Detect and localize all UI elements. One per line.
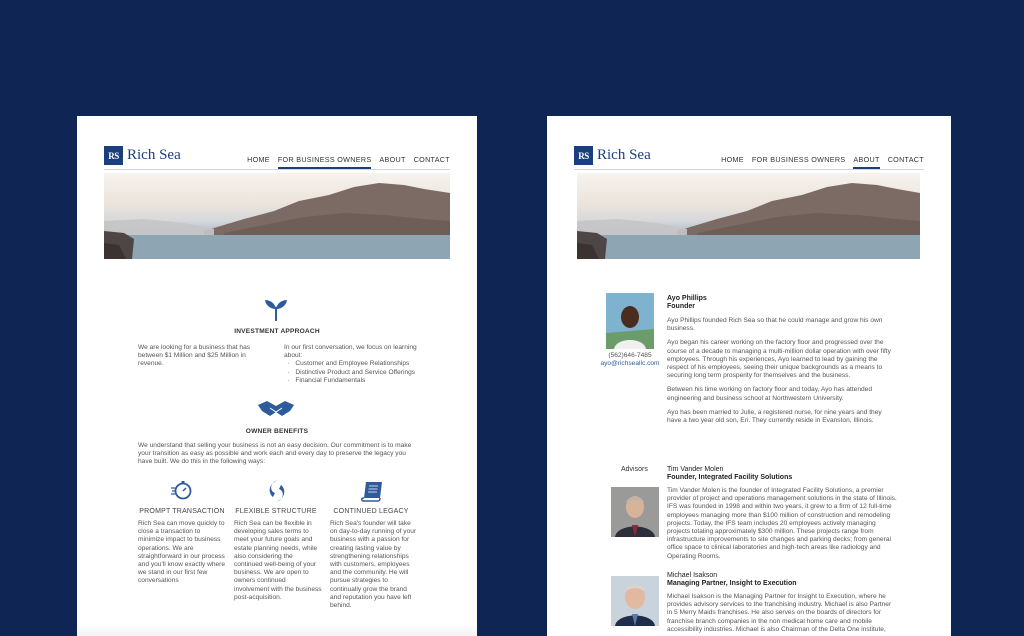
investment-approach-heading: INVESTMENT APPROACH <box>234 328 320 335</box>
founder-email-link[interactable]: ayo@richseallc.com <box>597 360 663 368</box>
site-logo[interactable]: RS Rich Sea <box>574 146 651 165</box>
investment-right-block: In our first conversation, we focus on l… <box>284 344 419 385</box>
main-nav: HOME FOR BUSINESS OWNERS ABOUT CONTACT <box>247 155 450 169</box>
advisor-role: Founder, Integrated Facility Solutions <box>667 474 793 481</box>
founder-name: Ayo Phillips <box>667 295 707 302</box>
site-header: RS Rich Sea HOME FOR BUSINESS OWNERS ABO… <box>574 146 924 170</box>
nav-home[interactable]: HOME <box>721 155 744 169</box>
investment-bullet: · Financial Fundamentals <box>284 376 366 384</box>
founder-phone: (562)646-7485 <box>608 352 652 359</box>
main-nav: HOME FOR BUSINESS OWNERS ABOUT CONTACT <box>721 155 924 169</box>
founder-paragraph: Ayo has been married to Julie, a registe… <box>667 408 882 425</box>
advisor-bio: Michael Isakson is the Managing Partner … <box>667 593 892 633</box>
founder-paragraph: Ayo began his career working on the fact… <box>667 339 891 380</box>
investment-left-text: We are looking for a business that has b… <box>138 344 251 368</box>
founder-bio: Ayo Phillips Founder Ayo Phillips founde… <box>667 295 897 425</box>
scroll-icon <box>361 480 385 507</box>
advisor-bio: Tim Vander Molen is the founder of Integ… <box>667 487 897 560</box>
site-header: RS Rich Sea HOME FOR BUSINESS OWNERS ABO… <box>104 146 450 170</box>
logo-text: Rich Sea <box>127 147 181 163</box>
owner-benefits-heading: OWNER BENEFITS <box>245 428 309 435</box>
nav-contact[interactable]: CONTACT <box>414 155 450 169</box>
advisor-photo <box>611 576 659 626</box>
prompt-transaction-title: PROMPT TRANSACTION <box>139 508 225 515</box>
nav-for-business-owners[interactable]: FOR BUSINESS OWNERS <box>277 155 372 169</box>
continued-legacy-title: CONTINUED LEGACY <box>333 508 409 515</box>
hero-landscape-image <box>577 173 920 259</box>
sprout-icon <box>263 299 289 326</box>
founder-paragraph: Between his time working on factory floo… <box>667 386 873 402</box>
flexible-structure-text: Rich Sea can be flexible in developing s… <box>234 520 322 601</box>
stopwatch-icon <box>171 480 193 505</box>
handshake-icon <box>257 400 295 423</box>
investment-bullet: · Distinctive Product and Service Offeri… <box>284 368 416 376</box>
founder-role: Founder <box>667 303 695 310</box>
advisor-name: Tim Vander Molen <box>667 466 724 473</box>
investment-bullet: · Customer and Employee Relationships <box>284 360 410 368</box>
logo-text: Rich Sea <box>597 147 651 163</box>
hero-landscape-image <box>104 173 450 259</box>
flex-icon <box>266 479 288 508</box>
prompt-transaction-text: Rich Sea can move quickly to close a tra… <box>138 520 226 585</box>
investment-intro: In our first conversation, we focus on l… <box>284 344 417 360</box>
advisor-block: Tim Vander Molen Founder, Integrated Fac… <box>667 466 897 561</box>
advisor-role: Managing Partner, Insight to Execution <box>667 580 797 587</box>
continued-legacy-text: Rich Sea's founder will take on day-to-d… <box>330 520 417 610</box>
advisor-name: Michael Isakson <box>667 572 718 579</box>
page-footer-divider <box>77 624 477 636</box>
founder-paragraph: Ayo Phillips founded Rich Sea so that he… <box>667 317 883 333</box>
flexible-structure-title: FLEXIBLE STRUCTURE <box>235 508 317 515</box>
logo-mark: RS <box>104 146 123 165</box>
business-owners-page-mockup: RS Rich Sea HOME FOR BUSINESS OWNERS ABO… <box>77 116 477 636</box>
nav-about[interactable]: ABOUT <box>853 155 880 169</box>
logo-mark: RS <box>574 146 593 165</box>
nav-about[interactable]: ABOUT <box>379 155 405 169</box>
advisor-block: Michael Isakson Managing Partner, Insigh… <box>667 572 897 634</box>
nav-for-business-owners[interactable]: FOR BUSINESS OWNERS <box>752 155 846 169</box>
owner-benefits-text: We understand that selling your business… <box>138 442 412 466</box>
advisors-label: Advisors <box>621 466 648 473</box>
about-page-mockup: RS Rich Sea HOME FOR BUSINESS OWNERS ABO… <box>547 116 951 636</box>
nav-home[interactable]: HOME <box>247 155 270 169</box>
advisor-photo <box>611 487 659 537</box>
nav-contact[interactable]: CONTACT <box>888 155 924 169</box>
founder-photo <box>606 293 654 349</box>
founder-contact: (562)646-7485 ayo@richseallc.com <box>597 352 663 368</box>
site-logo[interactable]: RS Rich Sea <box>104 146 181 165</box>
